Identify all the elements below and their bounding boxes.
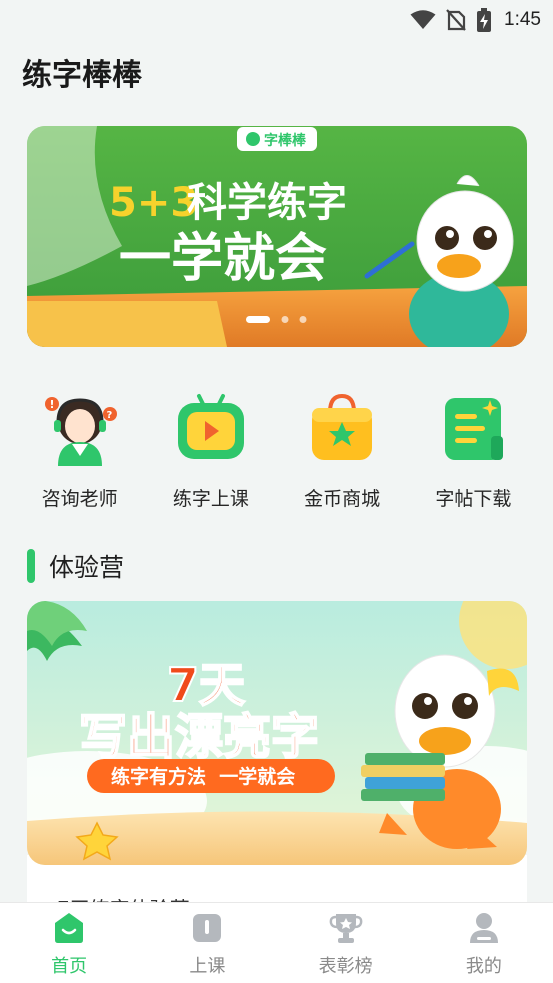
quick-item-label: 咨询老师 <box>41 488 118 510</box>
status-bar: 1:45 <box>0 0 553 40</box>
book-icon <box>190 911 224 945</box>
video-play-icon <box>173 390 249 466</box>
quick-item-consult-teacher[interactable]: ! ? 咨询老师 <box>20 390 140 511</box>
nav-label: 我的 <box>465 956 502 977</box>
nav-label: 上课 <box>189 956 226 977</box>
svg-text:!: ! <box>49 398 54 411</box>
profile-icon <box>467 911 501 945</box>
camp-days-text: 7天 <box>167 658 245 712</box>
promo-carousel-banner[interactable]: 字棒棒 5+3 科学练字 一学就会 <box>27 126 527 347</box>
banner-subline: 一学就会 <box>119 229 327 289</box>
camp-headline-text: 写出漂亮字 <box>79 709 319 765</box>
nav-label: 首页 <box>51 956 88 977</box>
quick-menu: ! ? 咨询老师 练字上课 金币商城 字帖下载 <box>0 390 553 511</box>
battery-charging-icon <box>477 8 492 32</box>
quick-item-copybook-download[interactable]: 字帖下载 <box>413 390 533 511</box>
status-time: 1:45 <box>504 9 541 30</box>
quick-item-coin-mall[interactable]: 金币商城 <box>282 390 402 511</box>
section-title: 体验营 <box>49 553 125 582</box>
nav-item-class[interactable]: 上课 <box>152 903 262 978</box>
camp-slogan-text: 练字有方法 一学就会 <box>111 765 295 788</box>
quick-item-label: 金币商城 <box>304 488 381 510</box>
svg-text:?: ? <box>106 410 112 421</box>
nav-label: 表彰榜 <box>318 956 373 977</box>
carousel-dot <box>281 316 289 323</box>
quick-item-label: 练字上课 <box>172 488 249 510</box>
no-sim-icon <box>446 9 466 31</box>
banner-headline-text: 科学练字 <box>187 180 347 226</box>
nav-item-leaderboard[interactable]: 表彰榜 <box>291 903 401 978</box>
quick-item-practice-class[interactable]: 练字上课 <box>151 390 271 511</box>
trophy-icon <box>329 911 363 945</box>
banner-headline-number: 5+3 <box>109 180 198 226</box>
nav-item-mine[interactable]: 我的 <box>429 903 539 978</box>
carousel-dot-active <box>246 316 270 323</box>
page-title: 练字棒棒 <box>22 58 142 93</box>
section-accent-bar <box>27 549 35 583</box>
carousel-dot <box>299 316 307 323</box>
wifi-icon <box>410 10 436 29</box>
home-icon <box>52 911 86 945</box>
support-agent-icon: ! ? <box>42 390 118 466</box>
bottom-navigation: 首页 上课 表彰榜 我的 <box>0 902 553 983</box>
quick-item-label: 字帖下载 <box>435 488 512 510</box>
nav-item-home[interactable]: 首页 <box>14 903 124 978</box>
brand-badge-text: 字棒棒 <box>264 132 307 148</box>
shopping-bag-star-icon <box>304 390 380 466</box>
document-download-icon <box>435 390 511 466</box>
trial-camp-banner[interactable]: 7天 写出漂亮字 练字有方法 一学就会 <box>27 601 527 865</box>
section-header-trial-camp: 体验营 <box>27 548 124 584</box>
